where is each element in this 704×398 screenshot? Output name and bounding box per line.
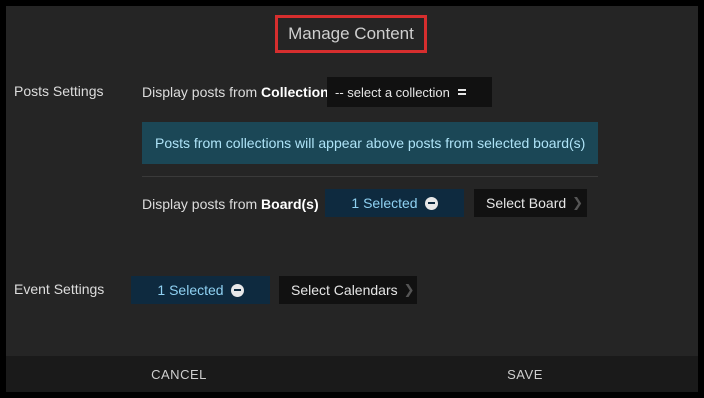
collection-row-prefix: Display posts from [142,84,258,100]
cancel-button[interactable]: CANCEL [6,367,352,382]
save-button[interactable]: SAVE [352,367,698,382]
event-settings-label: Event Settings [14,281,105,297]
calendars-selected-pill[interactable]: 1 Selected [131,276,270,304]
menu-caret-icon [457,89,466,95]
boards-row-prefix: Display posts from [142,196,258,212]
collections-info-text: Posts from collections will appear above… [155,135,586,151]
section-divider [142,176,598,177]
manage-content-dialog: Manage Content Posts Settings Display po… [6,6,698,392]
collection-row-label: Display posts from Collection [142,84,329,100]
boards-row-bold: Board(s) [261,196,319,212]
collections-info-banner: Posts from collections will appear above… [142,122,598,164]
minus-circle-icon[interactable] [424,196,438,210]
boards-selected-pill[interactable]: 1 Selected [325,189,464,217]
collection-select-value: -- select a collection [335,84,450,100]
collection-select[interactable]: -- select a collection [327,77,492,107]
collection-row-bold: Collection [261,84,329,100]
save-label: SAVE [507,366,543,382]
select-board-label: Select Board [486,195,567,211]
minus-circle-icon[interactable] [230,283,244,297]
chevron-right-icon: ❯ [572,195,584,210]
chevron-right-icon: ❯ [403,282,415,297]
dialog-footer: CANCEL SAVE [6,356,698,392]
boards-selected-label: 1 Selected [351,195,418,211]
boards-row-label: Display posts from Board(s) [142,196,319,212]
select-calendars-label: Select Calendars [291,282,398,298]
select-calendars-button[interactable]: Select Calendars ❯ [279,276,417,304]
calendars-selected-label: 1 Selected [157,282,224,298]
cancel-label: CANCEL [151,366,207,382]
posts-settings-label: Posts Settings [14,83,104,99]
dialog-title: Manage Content [275,15,427,53]
select-board-button[interactable]: Select Board ❯ [474,189,587,217]
